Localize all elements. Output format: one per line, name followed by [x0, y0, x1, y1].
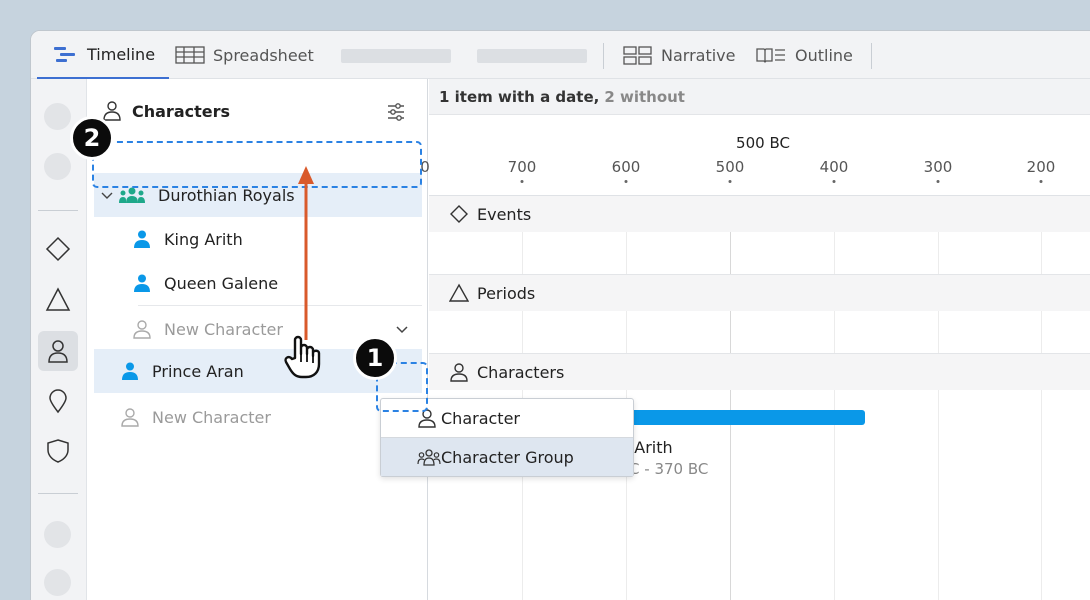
undated-count: 2 without: [604, 87, 685, 106]
axis-tick: 400: [819, 158, 849, 176]
group-label: Durothian Royals: [158, 185, 295, 205]
axis-tick-mark: [936, 180, 940, 183]
rail-characters-button[interactable]: [38, 331, 78, 371]
rail-placeholder-button[interactable]: [44, 521, 71, 548]
filter-settings-icon[interactable]: [386, 102, 406, 122]
new-character-label: New Character: [164, 319, 283, 339]
outline-icon: [756, 48, 785, 63]
people-group-outline-icon: [417, 449, 441, 466]
character-label: Queen Galene: [164, 273, 279, 293]
tab-placeholder: [477, 49, 587, 63]
hand-cursor-icon: [284, 335, 321, 379]
rail-divider: [38, 210, 78, 211]
map-pin-icon: [49, 389, 67, 414]
tab-outline[interactable]: Outline: [755, 31, 853, 79]
lane-label: Periods: [477, 283, 536, 303]
menu-item-label: Character: [441, 408, 520, 428]
rail-divider: [38, 493, 78, 494]
person-outline-icon: [133, 320, 151, 339]
triangle-icon: [449, 283, 469, 302]
item-count-bar: 1 item with a date, 2 without: [429, 79, 1090, 115]
rail-placeholder-button[interactable]: [44, 103, 71, 130]
axis-tick-mark: [520, 180, 524, 183]
triangle-icon: [45, 287, 71, 311]
rail-events-button[interactable]: [38, 229, 78, 269]
character-timeline-bar[interactable]: [619, 410, 865, 425]
gridline: [1041, 196, 1042, 600]
tab-spreadsheet[interactable]: Spreadsheet: [175, 31, 314, 79]
rail-periods-button[interactable]: [38, 280, 78, 320]
tab-timeline[interactable]: Timeline: [37, 31, 170, 79]
timeline-axis[interactable]: 500 BC 0 700 600 500 400 300 200: [420, 116, 1090, 196]
character-row-king-arith[interactable]: King Arith: [94, 217, 422, 261]
axis-tick-mark: [832, 180, 836, 183]
narrative-icon: [623, 46, 652, 65]
person-filled-icon: [134, 230, 150, 248]
person-icon: [450, 363, 468, 382]
era-label: 500 BC: [736, 134, 790, 152]
tab-label: Spreadsheet: [213, 45, 314, 65]
character-label: Prince Aran: [152, 361, 244, 381]
tab-divider: [871, 43, 872, 69]
character-label: King Arith: [164, 229, 243, 249]
tab-narrative[interactable]: Narrative: [623, 31, 735, 79]
chevron-down-icon[interactable]: [100, 188, 114, 202]
panel-title: Characters: [132, 101, 231, 121]
view-tabbar: Timeline Spreadsheet Narrative Outline: [31, 31, 1090, 79]
lane-label: Characters: [477, 362, 565, 382]
axis-tick: 300: [923, 158, 953, 176]
menu-item-label: Character Group: [441, 447, 574, 467]
person-icon: [103, 101, 121, 121]
lane-label: Events: [477, 204, 532, 224]
rail-placeholder-button[interactable]: [44, 569, 71, 596]
axis-tick: 500: [715, 158, 745, 176]
lane-header-periods[interactable]: Periods: [429, 275, 1090, 311]
axis-tick: 600: [611, 158, 641, 176]
panel-header: Characters: [88, 93, 428, 129]
timeline-icon: [54, 47, 75, 62]
step-badge-2: 2: [70, 116, 114, 160]
step-badge-1: 1: [353, 336, 397, 380]
icon-rail: [31, 79, 87, 600]
person-icon: [48, 340, 68, 363]
row-divider: [138, 305, 422, 306]
gridline: [834, 196, 835, 600]
axis-tick: 700: [507, 158, 537, 176]
drag-arrow-icon: [298, 166, 314, 340]
diamond-icon: [45, 236, 71, 262]
diamond-icon: [450, 205, 468, 223]
highlight-group-row: [92, 141, 422, 188]
axis-tick-mark: [728, 180, 732, 183]
person-outline-icon: [121, 408, 139, 427]
menu-item-character-group[interactable]: Character Group: [381, 438, 633, 476]
new-character-label: New Character: [152, 407, 271, 427]
app-window: Timeline Spreadsheet Narrative Outline C…: [30, 30, 1090, 600]
people-group-icon: [119, 187, 145, 203]
lane-header-events[interactable]: Events: [429, 196, 1090, 232]
rail-placeholder-button[interactable]: [44, 153, 71, 180]
person-filled-icon: [122, 362, 138, 380]
lane-header-characters[interactable]: Characters: [429, 354, 1090, 390]
chevron-down-icon[interactable]: [394, 321, 410, 337]
gridline: [730, 196, 731, 600]
tab-divider: [603, 43, 604, 69]
character-row-queen-galene[interactable]: Queen Galene: [94, 261, 422, 305]
gridline: [938, 196, 939, 600]
axis-tick: 200: [1026, 158, 1056, 176]
spreadsheet-icon: [175, 46, 205, 64]
rail-places-button[interactable]: [38, 381, 78, 421]
rail-factions-button[interactable]: [38, 431, 78, 471]
tab-label: Outline: [795, 45, 853, 65]
tab-placeholder: [341, 49, 451, 63]
person-filled-icon: [134, 274, 150, 292]
dated-count: 1 item with a date,: [439, 87, 600, 106]
tab-label: Timeline: [87, 44, 156, 64]
timeline-view: 1 item with a date, 2 without 500 BC 0 7…: [420, 79, 1090, 600]
shield-icon: [47, 439, 69, 463]
axis-tick-mark: [1039, 180, 1043, 183]
new-character-row[interactable]: New Character: [94, 395, 422, 439]
tab-label: Narrative: [661, 45, 736, 65]
axis-tick-mark: [624, 180, 628, 183]
